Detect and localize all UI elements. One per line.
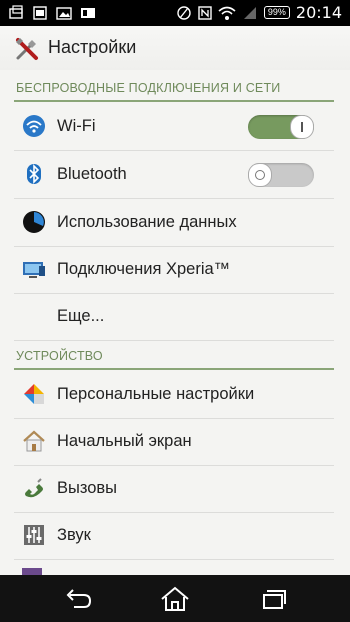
bluetooth-icon — [27, 164, 41, 184]
settings-item-label: Звук — [57, 526, 91, 544]
toggle-knob — [248, 163, 272, 187]
settings-item-label: Вызовы — [57, 479, 118, 497]
home-icon[interactable] — [157, 585, 193, 613]
home-screen-icon — [23, 430, 45, 452]
settings-item-wifi[interactable]: Wi-Fi — [14, 103, 334, 151]
settings-tools-icon — [16, 38, 38, 60]
phone-icon — [25, 478, 43, 498]
settings-item-bluetooth[interactable]: Bluetooth — [14, 151, 334, 199]
settings-item-home-screen[interactable]: Начальный экран — [14, 418, 334, 466]
recents-icon[interactable] — [254, 585, 290, 613]
app-bar: Настройки — [0, 26, 350, 70]
toggle-knob — [290, 115, 314, 139]
settings-item-label: Персональные настройки — [57, 385, 255, 403]
gallery-notification-icon — [56, 7, 72, 20]
nfc-icon — [198, 5, 212, 20]
battery-indicator: 99% — [263, 6, 290, 19]
wifi-signal-icon — [218, 6, 236, 20]
wifi-toggle[interactable] — [248, 115, 314, 139]
settings-item-more[interactable]: Еще... — [14, 293, 334, 341]
sound-equalizer-icon — [24, 525, 44, 545]
page-title: Настройки — [48, 37, 137, 57]
section-header-device: УСТРОЙСТВО — [14, 342, 334, 370]
section-title-device: УСТРОЙСТВО — [16, 349, 103, 363]
settings-item-label: Bluetooth — [57, 165, 127, 183]
wifi-icon — [23, 115, 45, 137]
screenshot-notification-icon — [9, 5, 23, 19]
settings-item-label: Начальный экран — [57, 432, 192, 450]
personalization-icon — [24, 384, 44, 404]
settings-item-label: Использование данных — [57, 213, 237, 231]
storage-notification-icon — [81, 8, 95, 18]
media-notification-icon — [33, 6, 47, 20]
status-bar: 99% 20:14 — [0, 0, 350, 26]
settings-item-data-usage[interactable]: Использование данных — [14, 199, 334, 247]
settings-item-calls[interactable]: Вызовы — [14, 465, 334, 513]
settings-item-xperia-connections[interactable]: Подключения Xperia™ — [14, 246, 334, 294]
xperia-connections-icon — [23, 262, 45, 278]
partial-list-item-icon — [22, 568, 42, 575]
back-icon[interactable] — [60, 585, 96, 613]
settings-item-label: Wi-Fi — [57, 117, 96, 135]
section-header-wireless: БЕСПРОВОДНЫЕ ПОДКЛЮЧЕНИЯ И СЕТИ — [14, 74, 334, 102]
data-usage-icon — [23, 211, 45, 233]
settings-item-label: Еще... — [57, 307, 105, 325]
rotation-lock-icon — [177, 5, 191, 20]
cellular-signal-icon — [243, 6, 256, 19]
navigation-bar — [0, 575, 350, 622]
settings-item-personalization[interactable]: Персональные настройки — [14, 371, 334, 419]
status-time: 20:14 — [295, 3, 342, 22]
settings-item-sound[interactable]: Звук — [14, 512, 334, 560]
settings-item-label: Подключения Xperia™ — [57, 260, 231, 278]
section-title-wireless: БЕСПРОВОДНЫЕ ПОДКЛЮЧЕНИЯ И СЕТИ — [16, 81, 281, 95]
bluetooth-toggle[interactable] — [248, 163, 314, 187]
